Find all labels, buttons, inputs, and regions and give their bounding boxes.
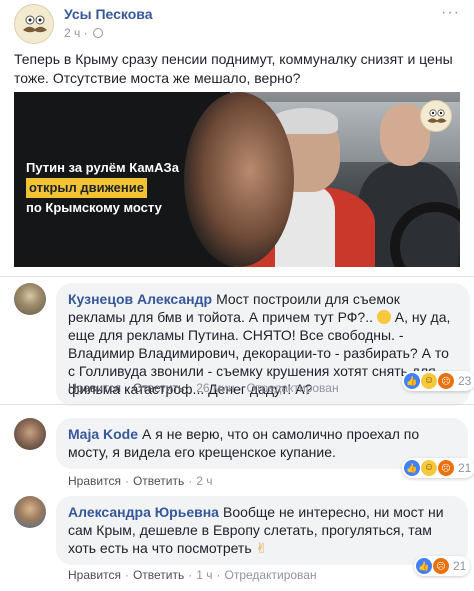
comment-bubble: Александра Юрьевна Вообще не интересно, н… bbox=[56, 496, 468, 565]
reactions-summary[interactable]: 👍 ☺ ☹ 21 bbox=[402, 458, 474, 478]
comment-time[interactable]: 26 мин bbox=[196, 381, 234, 395]
comment-author[interactable]: Maja Kode bbox=[68, 426, 138, 442]
like-icon: 👍 bbox=[416, 558, 432, 574]
image-logo-icon bbox=[420, 100, 452, 132]
post-time[interactable]: 2 ч · bbox=[64, 26, 103, 40]
more-icon[interactable]: ··· bbox=[441, 4, 460, 22]
reply-link[interactable]: Ответить bbox=[133, 568, 184, 582]
reactions-summary[interactable]: 👍 ☺ ☹ 23 bbox=[402, 371, 474, 391]
divider bbox=[0, 276, 474, 277]
image-caption: Путин за рулём КамАЗа открыл движение по… bbox=[26, 158, 179, 218]
victory-hand-icon: ✌ bbox=[255, 540, 268, 556]
haha-icon: ☺ bbox=[421, 373, 437, 389]
like-icon: 👍 bbox=[404, 460, 420, 476]
image-caption-line1: Путин за рулём КамАЗа bbox=[26, 160, 179, 175]
angry-icon: ☹ bbox=[438, 460, 454, 476]
reactions-count: 23 bbox=[458, 374, 472, 388]
reply-link[interactable]: Ответить bbox=[133, 381, 184, 395]
comment-author[interactable]: Александра Юрьевна bbox=[68, 504, 219, 520]
comment-author[interactable]: Кузнецов Александр bbox=[68, 291, 212, 307]
page-avatar[interactable] bbox=[14, 4, 54, 44]
edited-label[interactable]: Отредактирован bbox=[247, 381, 339, 395]
post-header: Усы Пескова 2 ч · ··· bbox=[14, 4, 460, 44]
edited-label[interactable]: Отредактирован bbox=[225, 568, 317, 582]
image-caption-line3: по Крымскому мосту bbox=[26, 200, 162, 215]
reactions-count: 21 bbox=[453, 559, 467, 573]
comment-actions: Нравится · Ответить · 1 ч · Отредактирован bbox=[68, 568, 317, 582]
image-caption-line2: открыл движение bbox=[26, 178, 147, 198]
reply-link[interactable]: Ответить bbox=[133, 474, 184, 488]
angry-icon: ☹ bbox=[433, 558, 449, 574]
post-image[interactable]: Путин за рулём КамАЗа открыл движение по… bbox=[14, 92, 460, 267]
comment-actions: Нравится · Ответить · 26 мин · Отредактирован bbox=[68, 381, 339, 395]
smile-emoji-icon bbox=[376, 310, 391, 324]
foreground-face bbox=[184, 92, 294, 267]
post-time-text[interactable]: 2 ч bbox=[64, 26, 80, 40]
like-link[interactable]: Нравится bbox=[68, 568, 121, 582]
comment-actions: Нравится · Ответить · 2 ч bbox=[68, 474, 213, 488]
reactions-summary[interactable]: 👍 ☹ 21 bbox=[414, 556, 471, 576]
comment-time[interactable]: 2 ч bbox=[196, 474, 212, 488]
avatar[interactable] bbox=[14, 283, 46, 315]
avatar[interactable] bbox=[14, 496, 46, 528]
reactions-count: 21 bbox=[458, 461, 472, 475]
avatar[interactable] bbox=[14, 418, 46, 450]
divider bbox=[0, 404, 474, 405]
like-icon: 👍 bbox=[404, 373, 420, 389]
page-name[interactable]: Усы Пескова bbox=[64, 6, 153, 22]
like-link[interactable]: Нравится bbox=[68, 474, 121, 488]
comment-time[interactable]: 1 ч bbox=[196, 568, 212, 582]
angry-icon: ☹ bbox=[438, 373, 454, 389]
post-text: Теперь в Крыму сразу пенсии поднимут, ко… bbox=[14, 51, 453, 86]
haha-icon: ☺ bbox=[421, 460, 437, 476]
like-link[interactable]: Нравится bbox=[68, 381, 121, 395]
globe-icon bbox=[92, 28, 103, 38]
mustache-logo-icon bbox=[16, 6, 53, 43]
